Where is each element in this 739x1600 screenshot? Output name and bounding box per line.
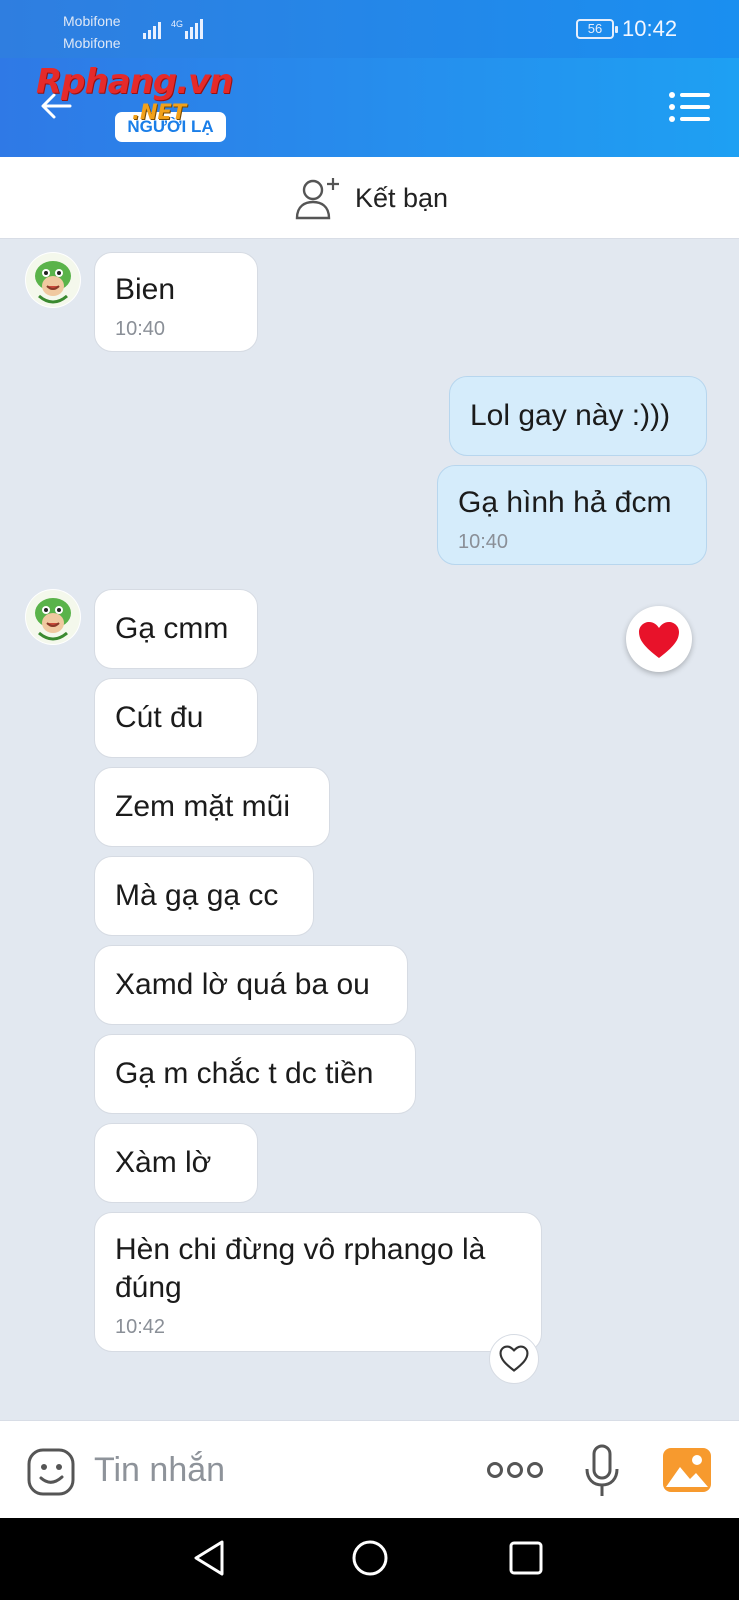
- message-bubble-incoming[interactable]: Cút đu: [94, 678, 258, 758]
- message-bubble-incoming[interactable]: Gạ cmm: [94, 589, 258, 669]
- add-friend-label: Kết bạn: [355, 182, 449, 213]
- status-time: 10:42: [622, 16, 678, 41]
- message-bubble-incoming[interactable]: Zem mặt mũi: [94, 767, 330, 847]
- message-text: Hèn chi đừng vô rphango là đúng: [115, 1233, 486, 1304]
- message-text: Zem mặt mũi: [115, 790, 291, 823]
- message-text: Lol gay này :))): [470, 399, 671, 432]
- message-text: Cút đu: [115, 701, 204, 734]
- message-bubble-incoming[interactable]: Xàm lờ: [94, 1123, 258, 1203]
- message-bubble-incoming[interactable]: Xamd lờ quá ba ou: [94, 945, 408, 1025]
- message-text: Gạ cmm: [115, 612, 229, 645]
- dino-sticker-avatar-icon: [26, 590, 80, 644]
- signal-icon: 4G: [143, 19, 203, 39]
- status-bar: Mobifone Mobifone 4G 56 10:42: [0, 0, 739, 58]
- message-bubble-incoming[interactable]: Hèn chi đừng vô rphango là đúng 10:42: [94, 1212, 542, 1352]
- carrier-name-2: Mobifone: [63, 35, 121, 51]
- message-time: 10:40: [115, 318, 166, 340]
- add-user-icon: [295, 178, 339, 220]
- message-text: Xamd lờ quá ba ou: [115, 968, 370, 1001]
- nav-home-icon[interactable]: [350, 1538, 390, 1578]
- dino-sticker-avatar-icon: [26, 253, 80, 307]
- system-navigation-bar: [0, 1518, 739, 1600]
- carrier-name-1: Mobifone: [63, 13, 121, 29]
- message-input[interactable]: [94, 1445, 454, 1495]
- add-friend-button[interactable]: Kết bạn: [295, 175, 448, 221]
- watermark-logo-suffix: .NET: [132, 100, 187, 124]
- heart-outline-icon: [499, 1345, 529, 1372]
- heart-reaction[interactable]: [626, 606, 692, 672]
- red-heart-icon: [639, 622, 679, 658]
- message-text: Bien: [115, 273, 176, 306]
- nav-recent-apps-icon[interactable]: [508, 1540, 544, 1576]
- list-menu-icon[interactable]: [668, 90, 712, 124]
- battery-indicator: 56: [576, 19, 618, 39]
- emoji-icon[interactable]: [26, 1447, 76, 1497]
- message-input-bar: [0, 1420, 739, 1518]
- add-friend-bar: Kết bạn: [0, 157, 739, 239]
- message-text: Mà gạ gạ cc: [115, 879, 279, 912]
- nav-back-icon[interactable]: [192, 1538, 228, 1578]
- network-type: 4G: [171, 19, 183, 29]
- message-text: Gạ hình hả đcm: [458, 486, 672, 519]
- message-bubble-outgoing[interactable]: Lol gay này :))): [449, 376, 707, 456]
- message-text: Gạ m chắc t dc tiền: [115, 1057, 374, 1090]
- microphone-icon[interactable]: [582, 1443, 622, 1499]
- message-bubble-incoming[interactable]: Bien 10:40: [94, 252, 258, 352]
- avatar[interactable]: [25, 589, 81, 645]
- avatar[interactable]: [25, 252, 81, 308]
- like-button[interactable]: [489, 1334, 539, 1384]
- message-time: 10:42: [115, 1316, 166, 1338]
- message-bubble-outgoing[interactable]: Gạ hình hả đcm 10:40: [437, 465, 707, 565]
- message-time: 10:40: [458, 531, 509, 553]
- message-text: Xàm lờ: [115, 1146, 212, 1179]
- carrier-info: Mobifone Mobifone: [63, 10, 121, 54]
- chat-header: NGƯỜI LẠ Rphang.vn .NET: [0, 58, 739, 157]
- message-bubble-incoming[interactable]: Mà gạ gạ cc: [94, 856, 314, 936]
- watermark-logo: Rphang.vn: [36, 62, 233, 102]
- more-dots-icon[interactable]: [486, 1457, 544, 1483]
- message-bubble-incoming[interactable]: Gạ m chắc t dc tiền: [94, 1034, 416, 1114]
- photo-icon[interactable]: [662, 1447, 712, 1493]
